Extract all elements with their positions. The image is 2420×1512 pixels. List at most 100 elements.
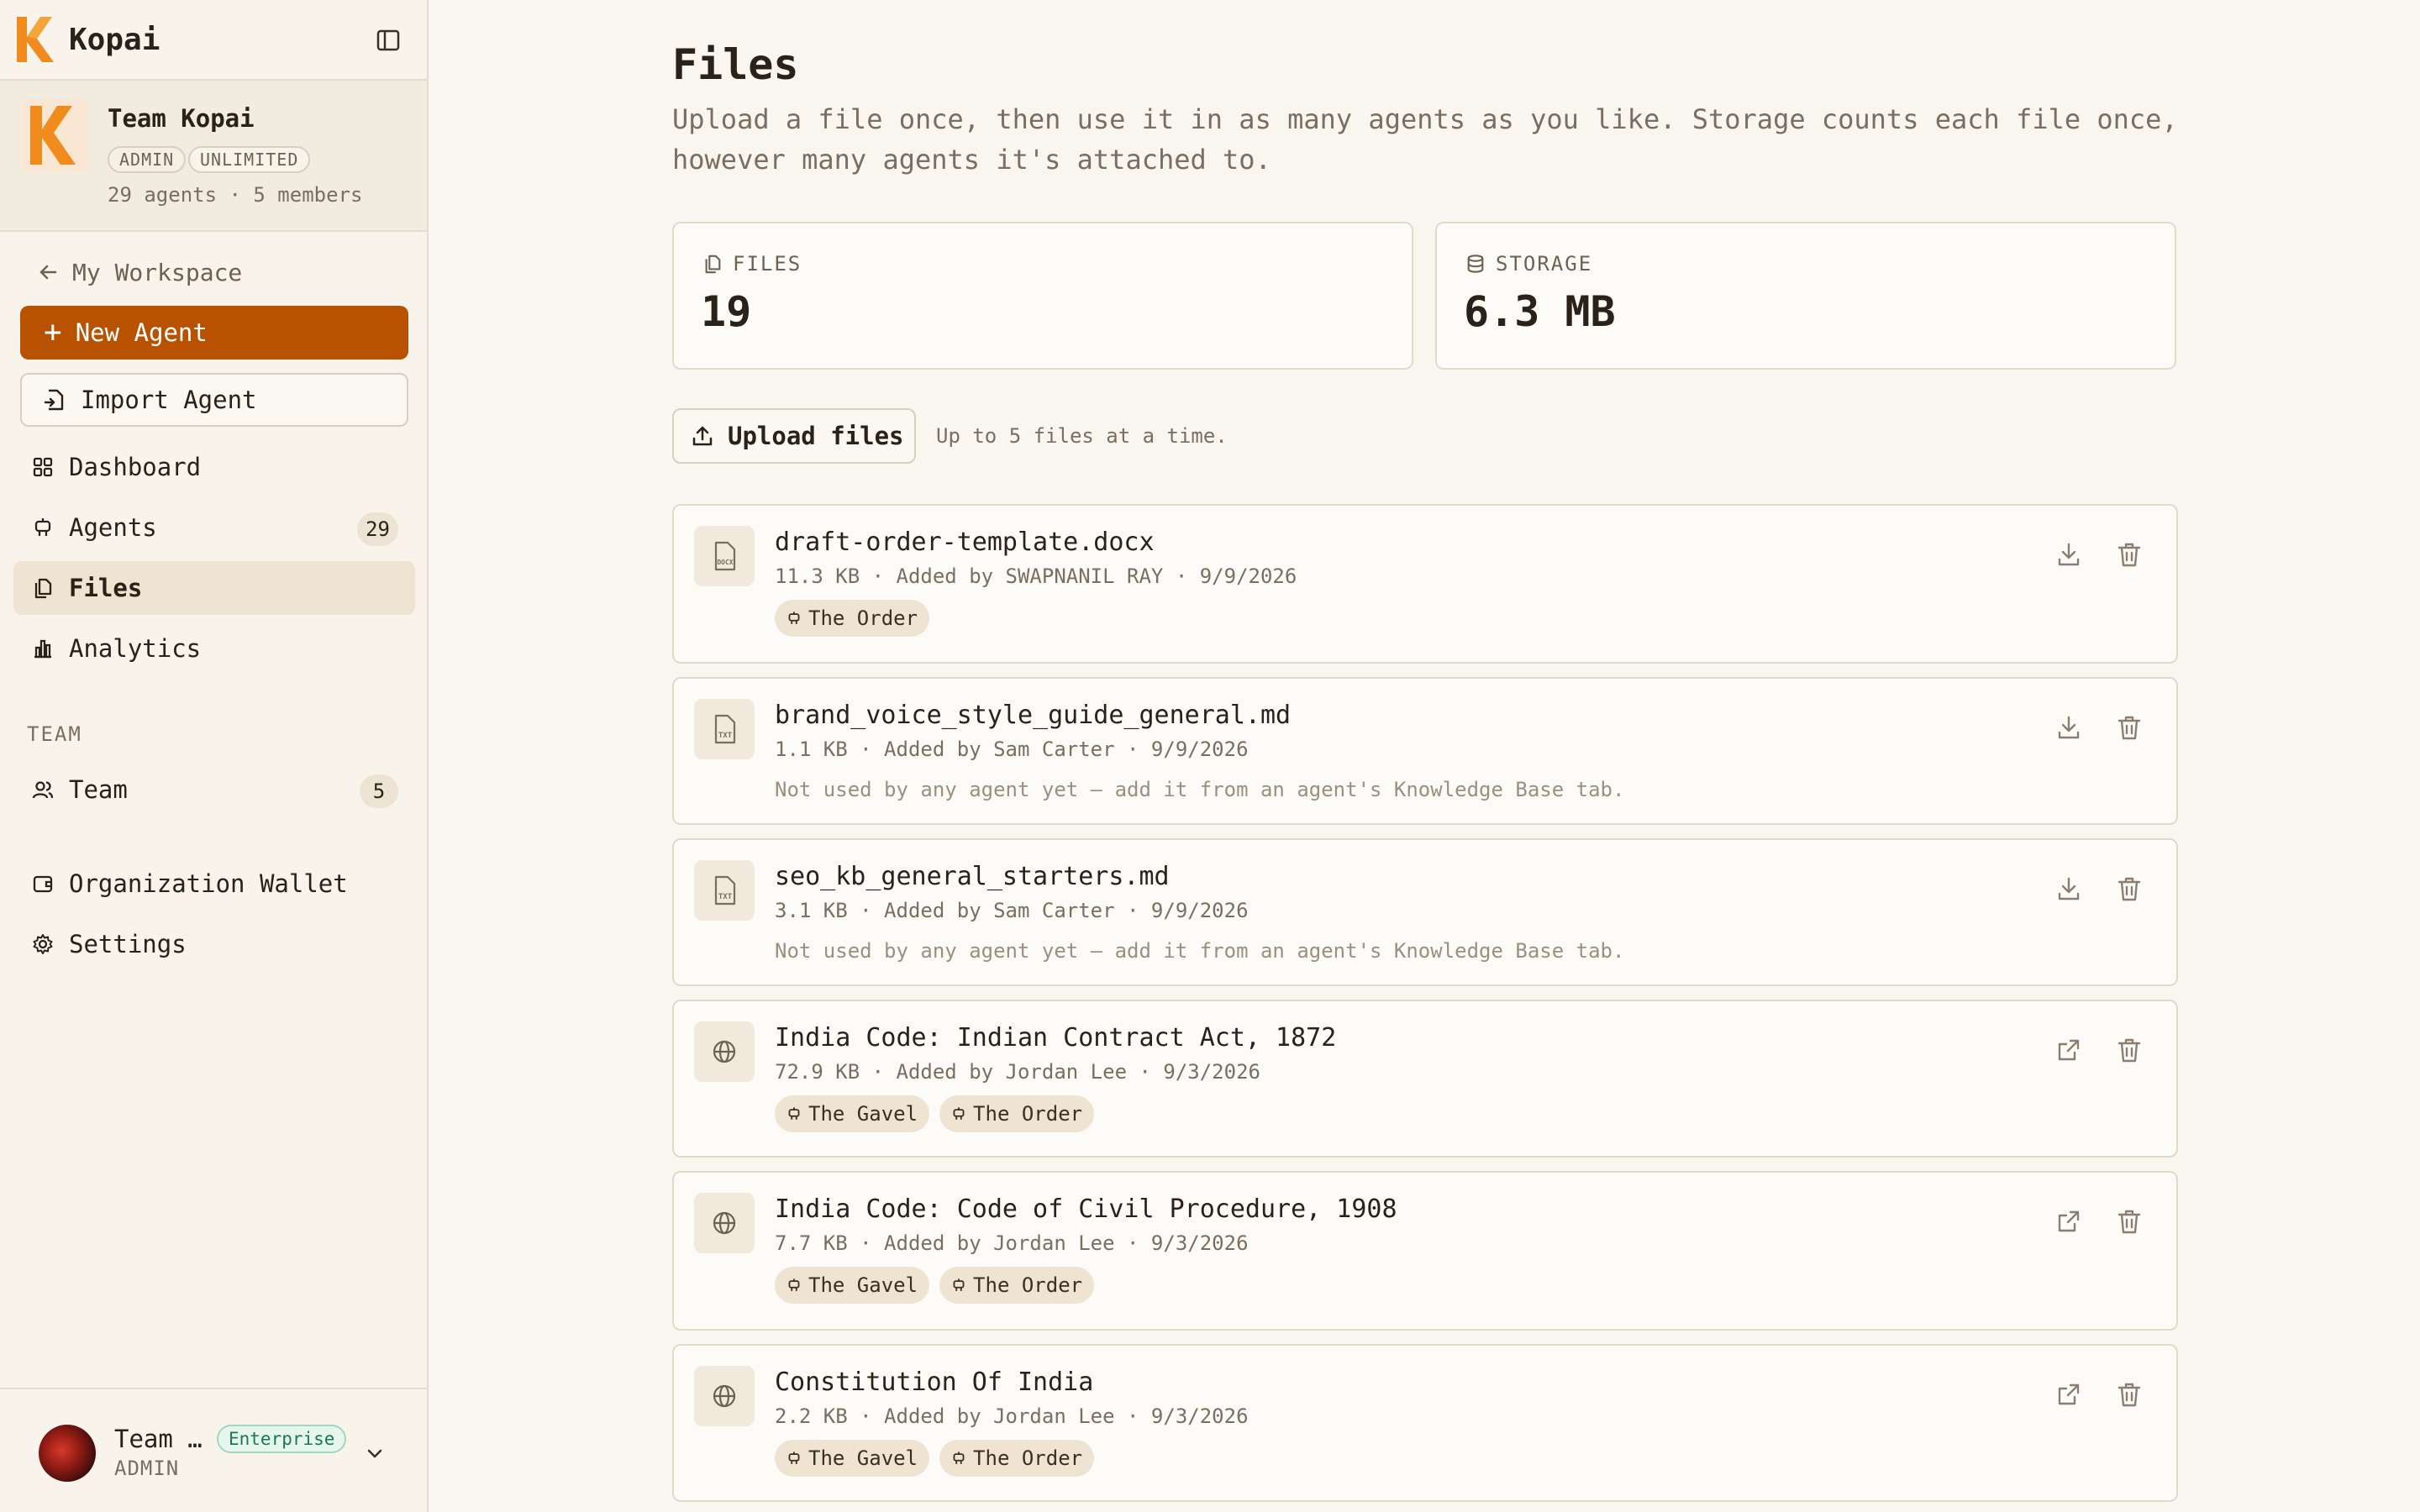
bot-icon <box>788 1452 800 1464</box>
file-meta: 1.1 KB · Added by Sam Carter · 9/9/2026 <box>775 738 1249 761</box>
wallet-icon <box>33 875 53 893</box>
agent-tags: The Gavel The Order <box>775 1440 1095 1477</box>
upload-files-button[interactable]: Upload files <box>672 408 916 464</box>
import-agent-label: Import Agent <box>81 386 257 414</box>
file-card: Constitution Of India 2.2 KB · Added by … <box>672 1344 2178 1502</box>
files-stat-card: FILES 19 <box>672 222 1413 370</box>
agent-tag[interactable]: The Order <box>939 1440 1095 1477</box>
bot-icon <box>953 1278 965 1291</box>
team-count-badge: 5 <box>360 774 398 808</box>
svg-text:TXT: TXT <box>718 893 733 901</box>
trash-icon[interactable] <box>2114 1379 2144 1410</box>
my-workspace-label: My Workspace <box>72 258 243 286</box>
agent-tag-label: The Order <box>973 1273 1083 1297</box>
file-name: India Code: Code of Civil Procedure, 190… <box>775 1194 1397 1224</box>
role-badge: ADMIN <box>108 146 187 173</box>
download-icon[interactable] <box>2054 539 2084 570</box>
bot-icon <box>788 1278 800 1291</box>
gear-icon <box>33 934 53 954</box>
agent-tag[interactable]: The Gavel <box>775 1095 930 1132</box>
external-link-icon[interactable] <box>2054 1206 2084 1236</box>
upload-icon <box>692 426 713 446</box>
globe-icon <box>694 1193 755 1253</box>
trash-icon[interactable] <box>2114 1035 2144 1065</box>
agent-tags: The Order <box>775 600 930 637</box>
agents-count-badge: 29 <box>357 512 398 546</box>
globe-icon <box>694 1366 755 1426</box>
trash-icon[interactable] <box>2114 874 2144 904</box>
sidebar-item-team[interactable]: Team 5 <box>13 763 415 816</box>
user-menu[interactable]: Team … Enterprise ADMIN <box>0 1388 429 1512</box>
sidebar-item-label: Files <box>69 574 143 602</box>
import-file-icon <box>44 389 64 411</box>
agent-tag-label: The Gavel <box>808 1446 918 1470</box>
team-meta: 29 agents · 5 members <box>108 183 363 207</box>
agent-tag[interactable]: The Gavel <box>775 1440 930 1477</box>
bot-icon <box>953 1452 965 1464</box>
bot-icon <box>953 1107 965 1120</box>
external-link-icon[interactable] <box>2054 1379 2084 1410</box>
agent-tag[interactable]: The Order <box>939 1267 1095 1304</box>
sidebar-item-wallet[interactable]: Organization Wallet <box>13 857 415 911</box>
section-label-team: TEAM <box>27 722 82 746</box>
agent-tags: The Gavel The Order <box>775 1267 1095 1304</box>
docx-file-icon: DOCX <box>694 526 755 586</box>
sidebar-item-label: Team <box>69 775 128 804</box>
storage-label: STORAGE <box>1496 252 1593 276</box>
download-icon[interactable] <box>2054 712 2084 743</box>
file-name: Constitution Of India <box>775 1368 1094 1397</box>
storage-value: 6.3 MB <box>1464 287 1616 336</box>
external-link-icon[interactable] <box>2054 1035 2084 1065</box>
enterprise-badge: Enterprise <box>217 1425 347 1453</box>
file-card: India Code: Indian Contract Act, 1872 72… <box>672 1000 2178 1158</box>
bot-icon <box>788 1107 800 1120</box>
chart-icon <box>34 639 51 659</box>
file-name: seo_kb_general_starters.md <box>775 862 1170 891</box>
sidebar-item-dashboard[interactable]: Dashboard <box>13 440 415 494</box>
sidebar-item-label: Dashboard <box>69 453 202 481</box>
sidebar-item-analytics[interactable]: Analytics <box>13 622 415 675</box>
file-meta: 7.7 KB · Added by Jordan Lee · 9/3/2026 <box>775 1231 1249 1255</box>
upload-files-label: Upload files <box>728 422 904 450</box>
upload-hint: Up to 5 files at a time. <box>936 424 1228 448</box>
trash-icon[interactable] <box>2114 1206 2144 1236</box>
agent-tag[interactable]: The Gavel <box>775 1267 930 1304</box>
user-role: ADMIN <box>114 1457 180 1480</box>
sidebar-item-settings[interactable]: Settings <box>13 917 415 971</box>
trash-icon[interactable] <box>2114 712 2144 743</box>
team-card[interactable]: Team Kopai ADMIN UNLIMITED 29 agents · 5… <box>0 81 427 232</box>
txt-file-icon: TXT <box>694 699 755 759</box>
plan-badge: UNLIMITED <box>188 146 311 173</box>
agent-tag-label: The Order <box>973 1102 1083 1126</box>
sidebar-item-label: Organization Wallet <box>69 869 348 898</box>
file-name: India Code: Indian Contract Act, 1872 <box>775 1023 1337 1053</box>
agent-tag[interactable]: The Order <box>939 1095 1095 1132</box>
globe-icon <box>694 1021 755 1082</box>
unused-note: Not used by any agent yet — add it from … <box>775 939 1625 963</box>
agent-tag[interactable]: The Order <box>775 600 930 637</box>
files-label: FILES <box>733 252 802 276</box>
txt-file-icon: TXT <box>694 860 755 921</box>
file-name: draft-order-template.docx <box>775 528 1155 557</box>
svg-text:TXT: TXT <box>718 732 733 740</box>
file-card: TXT seo_kb_general_starters.md 3.1 KB · … <box>672 838 2178 986</box>
file-card: India Code: Code of Civil Procedure, 190… <box>672 1171 2178 1331</box>
chevron-down-icon[interactable] <box>363 1441 387 1465</box>
my-workspace-link[interactable]: My Workspace <box>37 257 242 287</box>
files-icon <box>34 578 52 599</box>
file-card: DOCX draft-order-template.docx 11.3 KB ·… <box>672 504 2178 664</box>
sidebar-item-files[interactable]: Files <box>13 561 415 615</box>
trash-icon[interactable] <box>2114 539 2144 570</box>
arrow-left-icon <box>39 265 57 280</box>
brand-name: Kopai <box>69 22 160 57</box>
sidebar-toggle-icon[interactable] <box>375 27 402 54</box>
svg-text:DOCX: DOCX <box>717 559 733 566</box>
import-agent-button[interactable]: Import Agent <box>20 373 408 427</box>
download-icon[interactable] <box>2054 874 2084 904</box>
sidebar-item-agents[interactable]: Agents 29 <box>13 501 415 554</box>
storage-stat-card: STORAGE 6.3 MB <box>1435 222 2176 370</box>
bot-icon <box>788 612 800 624</box>
page-title: Files <box>672 40 799 89</box>
files-stat-label: FILES <box>702 252 802 276</box>
new-agent-button[interactable]: + New Agent <box>20 306 408 360</box>
